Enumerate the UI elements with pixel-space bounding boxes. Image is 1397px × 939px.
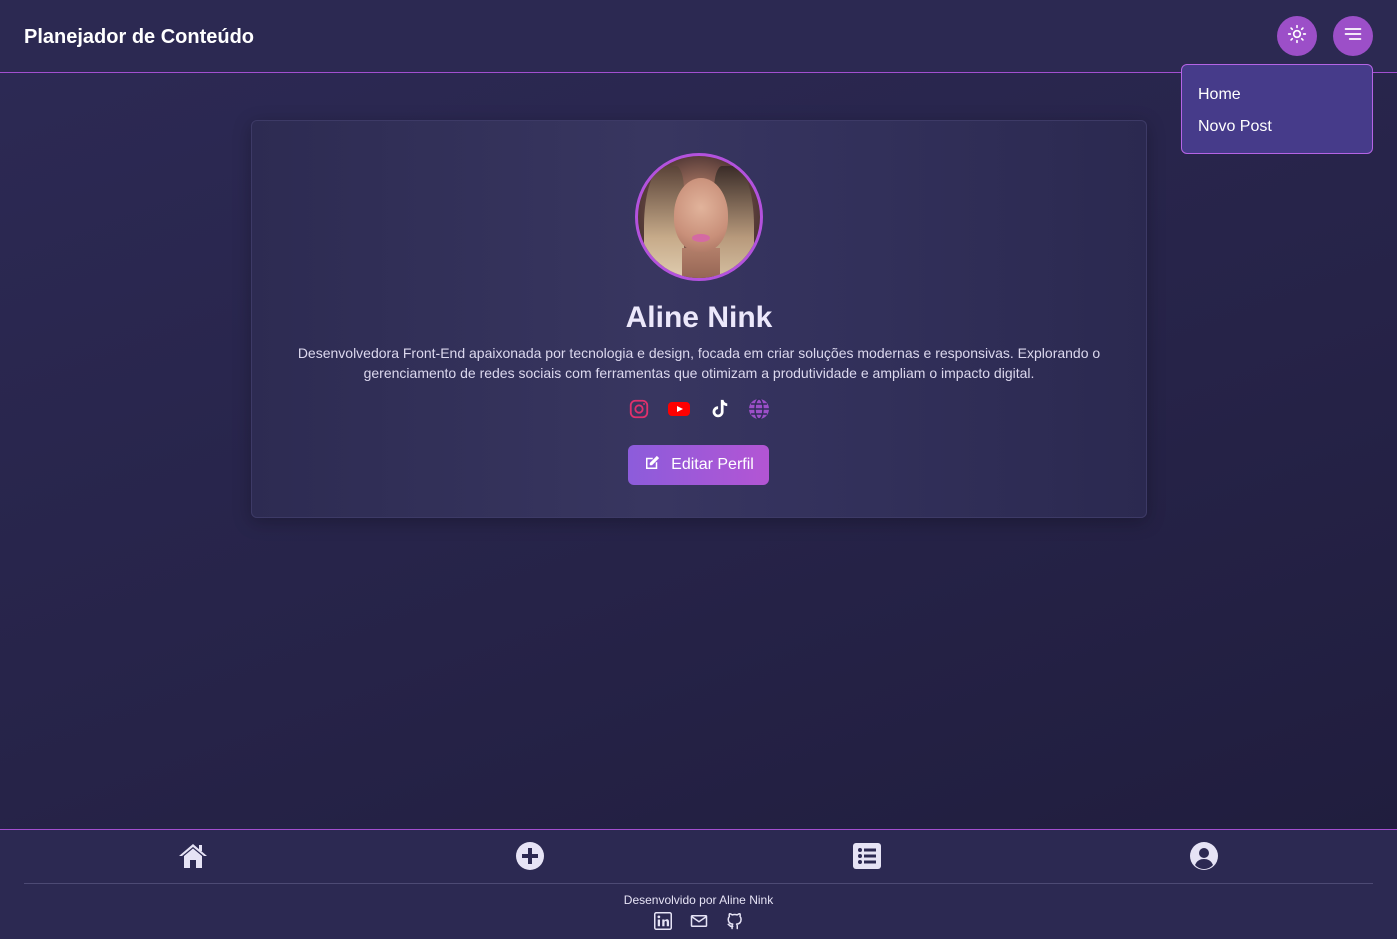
avatar [635,153,763,281]
edit-profile-button[interactable]: Editar Perfil [628,445,769,485]
linkedin-icon[interactable] [653,912,672,930]
globe-icon[interactable] [747,397,771,421]
edit-profile-label: Editar Perfil [671,456,754,473]
dropdown-item-home[interactable]: Home [1198,85,1372,117]
plus-circle-icon [516,841,544,875]
top-header: Planejador de Conteúdo [0,0,1397,73]
youtube-icon[interactable] [667,397,691,421]
bottom-bar: Desenvolvido por Aline Nink [0,829,1397,939]
nav-new-post-button[interactable] [515,841,545,875]
nav-list-button[interactable] [852,842,882,874]
github-icon[interactable] [726,912,744,930]
hamburger-menu-icon [1343,24,1363,49]
home-icon [178,842,208,875]
app-title: Planejador de Conteúdo [24,26,255,48]
tiktok-icon[interactable] [707,397,731,421]
profile-name: Aline Nink [625,301,773,334]
profile-bio: Desenvolvedora Front-End apaixonada por … [297,345,1101,381]
social-links [252,397,1146,421]
dropdown-item-novo-post[interactable]: Novo Post [1198,117,1372,149]
edit-icon [643,454,661,477]
footer-credit: Desenvolvido por Aline Nink [623,893,774,907]
nav-profile-button[interactable] [1189,841,1219,875]
sun-icon [1287,24,1307,49]
nav-home-button[interactable] [178,843,208,873]
user-circle-icon [1190,841,1218,875]
mail-icon[interactable] [690,912,708,930]
profile-card: Aline Nink Desenvolvedora Front-End apai… [251,120,1147,518]
menu-button[interactable] [1333,16,1373,56]
footer-divider [24,883,1373,884]
nav-dropdown: Home Novo Post [1181,64,1373,154]
instagram-icon[interactable] [627,397,651,421]
footer-links [0,912,1397,930]
list-icon [853,842,881,874]
theme-toggle-button[interactable] [1277,16,1317,56]
